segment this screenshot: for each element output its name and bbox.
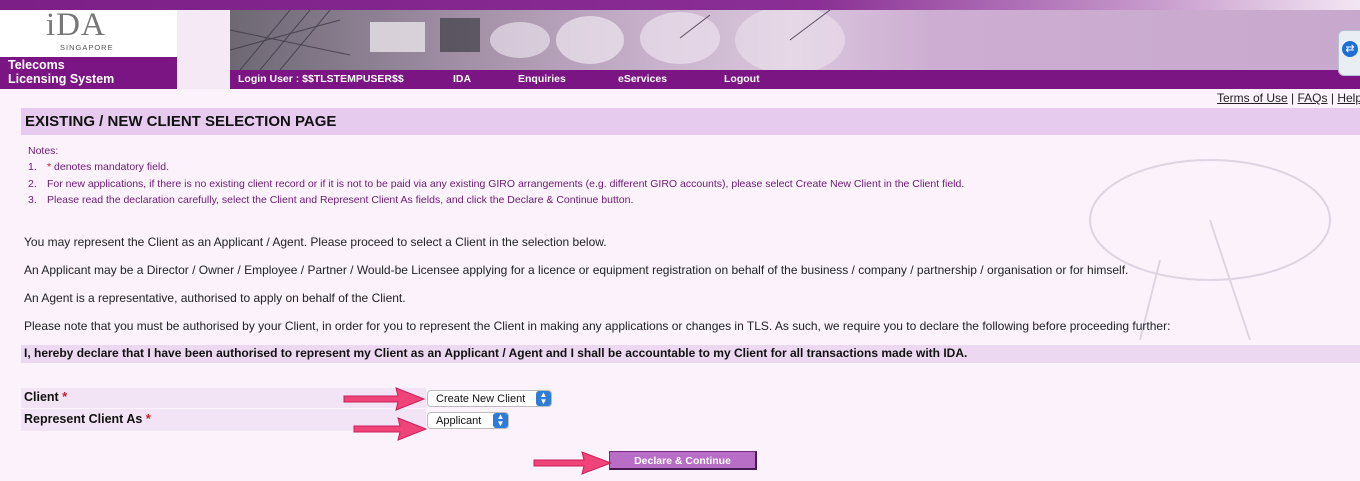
note-number: 3. xyxy=(28,193,37,206)
client-select-value: Create New Client xyxy=(436,393,526,405)
note-item: 3. Please read the declaration carefully,… xyxy=(28,192,964,208)
background-dish-graphic xyxy=(1089,159,1331,340)
info-paragraph: You may represent the Client as an Appli… xyxy=(24,235,607,249)
logo-main-text: iDA xyxy=(46,7,106,43)
notes-section: Notes: 1. * denotes mandatory field. 2. Fo… xyxy=(28,143,964,208)
nav-ida[interactable]: IDA xyxy=(453,73,471,85)
header-gap xyxy=(177,10,230,89)
teamviewer-icon: ⇄ xyxy=(1342,41,1358,57)
represent-select-value: Applicant xyxy=(436,415,482,427)
annotation-arrow-icon xyxy=(343,387,426,411)
help-link[interactable]: Help xyxy=(1337,91,1360,105)
header-banner-image xyxy=(230,10,1360,70)
satellite-banner-graphic xyxy=(230,10,845,70)
main-navbar: Login User : $$TLSTEMPUSER$$ IDA Enquiri… xyxy=(230,70,1360,89)
top-strip xyxy=(0,0,1360,10)
notes-heading: Notes: xyxy=(28,145,59,157)
client-select[interactable]: Create New Client ▲ ▼ xyxy=(427,390,552,407)
page-title-bar: EXISTING / NEW CLIENT SELECTION PAGE xyxy=(21,108,1360,135)
link-separator: | xyxy=(1330,91,1334,105)
nav-logout[interactable]: Logout xyxy=(724,73,760,85)
represent-label: Represent Client As * xyxy=(24,412,151,426)
note-text: For new applications, if there is no exi… xyxy=(47,177,965,190)
logo-sub-text: SINGAPORE xyxy=(60,43,114,52)
select-updown-icon: ▲ ▼ xyxy=(493,413,508,428)
link-separator: | xyxy=(1291,91,1295,105)
declaration-bar: I, hereby declare that I have been autho… xyxy=(21,345,1360,363)
info-paragraph: An Applicant may be a Director / Owner /… xyxy=(24,263,1129,277)
client-label: Client * xyxy=(24,390,67,404)
represent-label-text: Represent Client As xyxy=(24,412,143,426)
declaration-text: I, hereby declare that I have been autho… xyxy=(24,346,968,360)
note-item: 1. * denotes mandatory field. xyxy=(28,159,964,175)
app-name-band: Telecoms Licensing System xyxy=(0,57,177,89)
page-title: EXISTING / NEW CLIENT SELECTION PAGE xyxy=(25,113,337,130)
faqs-link[interactable]: FAQs xyxy=(1298,91,1328,105)
nav-enquiries[interactable]: Enquiries xyxy=(518,73,566,85)
ida-logo: iDA SINGAPORE xyxy=(0,7,177,57)
note-number: 2. xyxy=(28,177,37,190)
note-text: Please read the declaration carefully, s… xyxy=(47,193,634,206)
top-links: Terms of Use | FAQs | Help xyxy=(1217,91,1360,105)
info-paragraph: Please note that you must be authorised … xyxy=(24,319,1171,333)
annotation-arrow-icon xyxy=(353,417,428,441)
note-text: denotes mandatory field. xyxy=(51,161,169,174)
note-item: 2. For new applications, if there is no e… xyxy=(28,176,964,192)
select-updown-icon: ▲ ▼ xyxy=(536,391,551,406)
teamviewer-tab[interactable]: ⇄ xyxy=(1338,30,1360,76)
app-name-line1: Telecoms xyxy=(8,58,65,72)
note-number: 1. xyxy=(28,161,37,174)
required-star: * xyxy=(62,390,68,404)
terms-of-use-link[interactable]: Terms of Use xyxy=(1217,91,1288,105)
info-paragraph: An Agent is a representative, authorised… xyxy=(24,291,406,305)
represent-select[interactable]: Applicant ▲ ▼ xyxy=(427,412,509,429)
annotation-arrow-icon xyxy=(533,451,613,475)
client-label-text: Client xyxy=(24,390,59,404)
nav-eservices[interactable]: eServices xyxy=(618,73,667,85)
declare-continue-button[interactable]: Declare & Continue xyxy=(609,451,757,470)
required-star: * xyxy=(145,412,151,426)
app-name-line2: Licensing System xyxy=(8,72,115,86)
login-user-label: Login User : $$TLSTEMPUSER$$ xyxy=(238,73,404,85)
